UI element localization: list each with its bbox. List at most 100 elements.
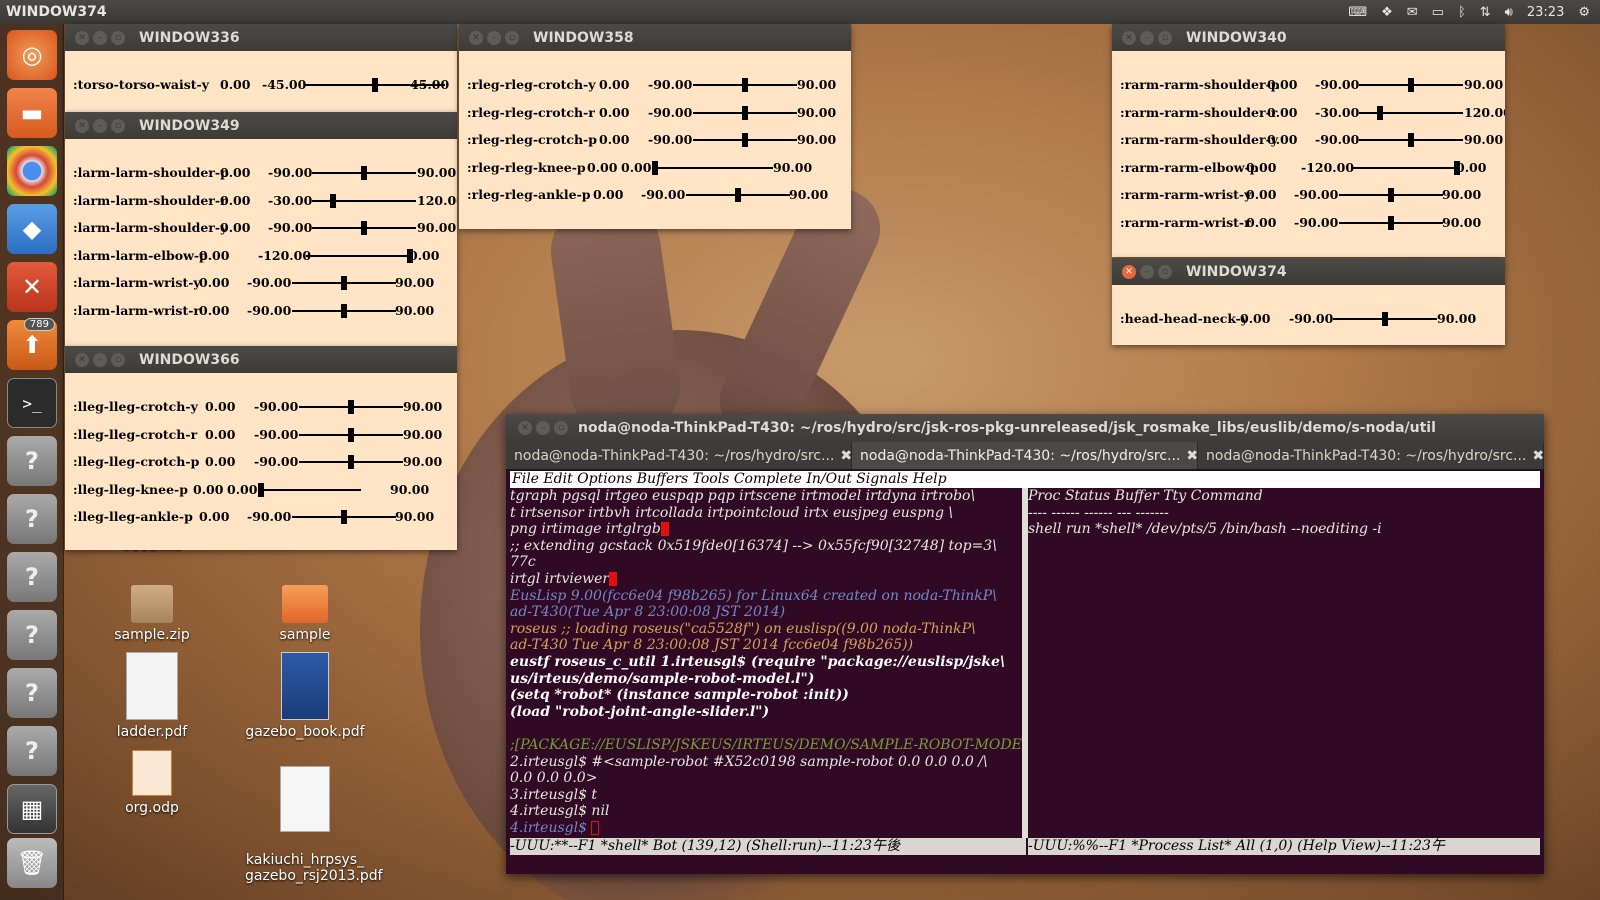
- unknown-app-icon[interactable]: ?: [7, 610, 57, 660]
- terminal-tab[interactable]: noda@noda-ThinkPad-T430: ~/ros/hydro/src…: [852, 442, 1198, 469]
- terminal-tab[interactable]: noda@noda-ThinkPad-T430: ~/ros/hydro/src…: [506, 442, 852, 469]
- slider-thumb[interactable]: [348, 400, 354, 414]
- slider-thumb[interactable]: [742, 133, 748, 147]
- settings-icon[interactable]: ✕: [7, 262, 57, 312]
- joint-value: 0.00: [220, 220, 251, 235]
- window-titlebar[interactable]: ✕ – ▫ WINDOW374: [1112, 258, 1505, 285]
- maximize-icon[interactable]: ▫: [1158, 264, 1172, 279]
- unknown-app-icon[interactable]: ?: [7, 726, 57, 776]
- close-icon[interactable]: ✕: [1122, 264, 1136, 279]
- slider-track[interactable]: [655, 166, 773, 169]
- close-icon[interactable]: ✖: [1186, 448, 1197, 464]
- software-updater-icon[interactable]: ⬆ 789: [7, 318, 57, 370]
- terminal-icon[interactable]: >_: [7, 378, 57, 428]
- maximize-icon[interactable]: ▫: [111, 30, 125, 45]
- slider-thumb[interactable]: [341, 303, 347, 318]
- dash-home-icon[interactable]: ◎: [7, 30, 57, 80]
- window-titlebar[interactable]: ✕ – ▫ WINDOW340: [1112, 24, 1505, 51]
- desktop-file-kakiuchi-pdf[interactable]: kakiuchi_hrpsys_ gazebo_rsj2013.pdf: [245, 750, 383, 900]
- slider-thumb[interactable]: [341, 510, 347, 524]
- minimize-icon[interactable]: –: [1140, 30, 1154, 45]
- slider-thumb[interactable]: [258, 482, 264, 497]
- mail-icon[interactable]: ✉: [1407, 5, 1418, 20]
- desktop-file-gazebo-book[interactable]: gazebo_book.pdf: [245, 652, 365, 740]
- slider-thumb[interactable]: [329, 193, 336, 208]
- close-icon[interactable]: ✕: [518, 421, 532, 435]
- close-icon[interactable]: ✕: [75, 30, 89, 45]
- minimize-icon[interactable]: –: [1140, 264, 1154, 279]
- close-icon[interactable]: ✕: [1122, 30, 1136, 45]
- window-titlebar[interactable]: ✕ – ▫ WINDOW358: [459, 24, 851, 51]
- dropbox-launcher-icon[interactable]: ◆: [7, 204, 57, 254]
- trash-icon[interactable]: 🗑︎: [7, 838, 57, 888]
- slider-thumb[interactable]: [735, 188, 741, 202]
- unknown-app-icon[interactable]: ?: [7, 668, 57, 718]
- window-titlebar[interactable]: ✕ – ▫ WINDOW349: [65, 112, 457, 139]
- maximize-icon[interactable]: ▫: [111, 352, 125, 367]
- window-titlebar[interactable]: ✕ – ▫ WINDOW336: [65, 24, 457, 51]
- unknown-app-icon[interactable]: ?: [7, 436, 57, 486]
- terminal-tab[interactable]: noda@noda-ThinkPad-T430: ~/ros/hydro/src…: [1198, 442, 1544, 469]
- slider-thumb[interactable]: [1408, 78, 1414, 92]
- slider-thumb[interactable]: [1376, 105, 1383, 120]
- unknown-app-icon[interactable]: ?: [7, 552, 57, 602]
- joint-name: :rleg-rleg-crotch-y: [467, 77, 596, 92]
- slider-track[interactable]: [312, 199, 416, 202]
- close-icon[interactable]: ✕: [469, 30, 483, 45]
- gear-icon[interactable]: ⚙: [1578, 5, 1590, 20]
- shell-buffer[interactable]: tgraph pgsql irtgeo euspqp pqp irtscene …: [510, 488, 1022, 838]
- window-titlebar[interactable]: ✕ – ▫ WINDOW366: [65, 346, 457, 373]
- slider-track[interactable]: [261, 488, 361, 491]
- slider-thumb[interactable]: [361, 221, 367, 235]
- slider-thumb[interactable]: [1408, 133, 1414, 147]
- slider-thumb[interactable]: [1388, 188, 1394, 202]
- slider-thumb[interactable]: [348, 455, 354, 469]
- desktop-file-org-odp[interactable]: org.odp: [92, 750, 212, 816]
- emacs-frame[interactable]: File Edit Options Buffers Tools Complete…: [510, 471, 1540, 871]
- keyboard-icon[interactable]: ⌨: [1348, 5, 1367, 20]
- process-list-buffer[interactable]: Proc Status Buffer Tty Command ---- ----…: [1028, 488, 1540, 838]
- shell-prompt-line[interactable]: 4.irteusgl$: [510, 820, 1022, 837]
- clock[interactable]: 23:23: [1527, 5, 1564, 20]
- close-icon[interactable]: ✕: [75, 352, 89, 367]
- slider-track[interactable]: [1359, 111, 1463, 114]
- close-icon[interactable]: ✖: [1532, 448, 1543, 464]
- files-icon[interactable]: ▬: [7, 88, 57, 138]
- minimize-icon[interactable]: –: [536, 421, 550, 435]
- slider-thumb[interactable]: [742, 105, 748, 120]
- slider-thumb[interactable]: [1382, 312, 1388, 326]
- slider-track[interactable]: [306, 254, 410, 257]
- slider-track[interactable]: [1353, 166, 1457, 169]
- slider-thumb[interactable]: [372, 78, 378, 92]
- maximize-icon[interactable]: ▫: [1158, 30, 1172, 45]
- minimize-icon[interactable]: –: [93, 352, 107, 367]
- minimize-icon[interactable]: –: [93, 118, 107, 133]
- desktop-file-ladder-pdf[interactable]: ladder.pdf: [92, 652, 212, 740]
- process-list-row[interactable]: shell run *shell* /dev/pts/5 /bin/bash -…: [1028, 521, 1540, 538]
- maximize-icon[interactable]: ▫: [505, 30, 519, 45]
- desktop-folder-sample[interactable]: sample: [245, 585, 365, 643]
- battery-icon[interactable]: ▭: [1432, 5, 1444, 20]
- slider-thumb[interactable]: [652, 160, 658, 175]
- slider-thumb[interactable]: [1388, 215, 1394, 230]
- unknown-app-icon[interactable]: ?: [7, 494, 57, 544]
- maximize-icon[interactable]: ▫: [554, 421, 568, 435]
- close-icon[interactable]: ✕: [75, 118, 89, 133]
- workspace-switcher-icon[interactable]: ▦: [7, 784, 57, 834]
- emacs-menubar[interactable]: File Edit Options Buffers Tools Complete…: [510, 471, 1540, 488]
- slider-thumb[interactable]: [361, 166, 367, 180]
- window-titlebar[interactable]: ✕ – ▫ noda@noda-ThinkPad-T430: ~/ros/hydro…: [506, 414, 1544, 442]
- close-icon[interactable]: ✖: [840, 448, 851, 464]
- volume-icon[interactable]: 🔊︎: [1505, 5, 1513, 20]
- minimize-icon[interactable]: –: [93, 30, 107, 45]
- desktop-file-sample-zip[interactable]: sample.zip: [92, 585, 212, 643]
- maximize-icon[interactable]: ▫: [111, 118, 125, 133]
- slider-thumb[interactable]: [742, 78, 748, 92]
- network-icon[interactable]: ⇅: [1480, 5, 1491, 20]
- minimize-icon[interactable]: –: [487, 30, 501, 45]
- dropbox-icon[interactable]: ❖: [1381, 5, 1393, 20]
- slider-thumb[interactable]: [341, 276, 347, 290]
- bluetooth-icon[interactable]: ᛒ: [1458, 5, 1466, 20]
- slider-thumb[interactable]: [348, 427, 354, 442]
- chrome-icon[interactable]: [7, 146, 57, 196]
